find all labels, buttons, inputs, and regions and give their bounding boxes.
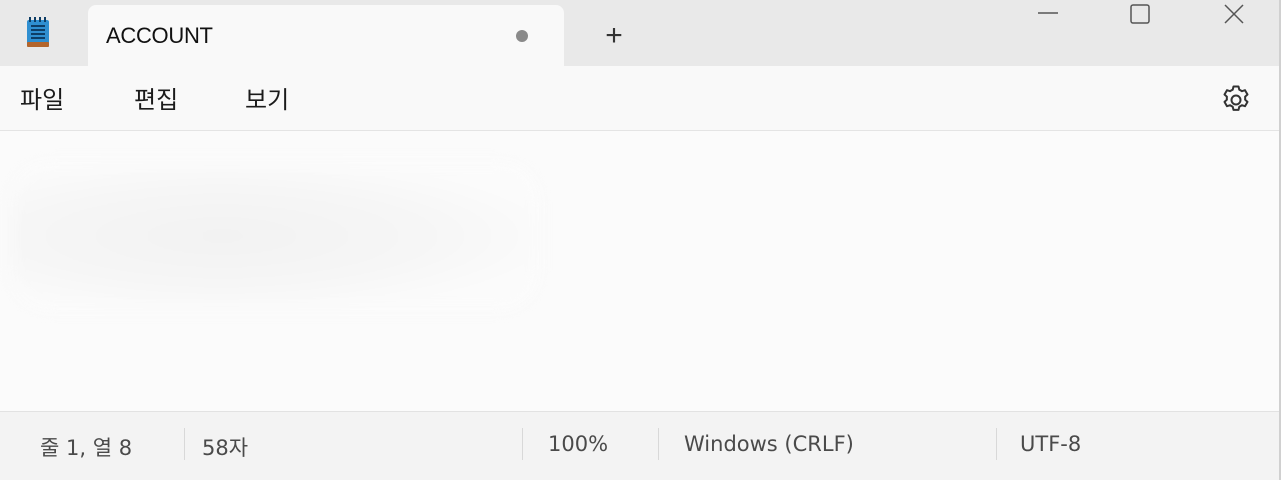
tab-account[interactable]: ACCOUNT [88, 5, 564, 67]
new-tab-button[interactable]: + [596, 18, 632, 54]
character-count: 58자 [202, 436, 249, 460]
cursor-position: 줄 1, 열 8 [40, 436, 133, 460]
tab-title: ACCOUNT [106, 23, 213, 48]
status-divider [658, 428, 659, 460]
title-bar: ACCOUNT + [0, 0, 1281, 67]
maximize-icon[interactable] [1110, 0, 1170, 32]
status-divider [184, 428, 185, 460]
close-icon[interactable] [1204, 0, 1264, 32]
blurred-text-content [10, 161, 540, 311]
status-divider [996, 428, 997, 460]
status-bar: 줄 1, 열 8 58자 100% Windows (CRLF) UTF-8 [0, 411, 1281, 480]
gear-icon[interactable] [1216, 80, 1256, 120]
notepad-app-icon [27, 17, 49, 47]
menu-edit[interactable]: 편집 [134, 80, 178, 115]
menu-file[interactable]: 파일 [20, 80, 64, 115]
minimize-icon[interactable] [1018, 0, 1078, 32]
zoom-level[interactable]: 100% [548, 432, 608, 456]
line-ending[interactable]: Windows (CRLF) [684, 432, 854, 456]
menu-view[interactable]: 보기 [245, 80, 289, 115]
encoding[interactable]: UTF-8 [1020, 432, 1081, 456]
unsaved-dot-icon[interactable] [516, 30, 528, 42]
text-editor[interactable] [0, 131, 1281, 411]
notepad-window: ACCOUNT + 파일 편집 보기 줄 1, 열 8 58자 100% Win… [0, 0, 1281, 480]
menu-bar: 파일 편집 보기 [0, 66, 1281, 131]
status-divider [522, 428, 523, 460]
